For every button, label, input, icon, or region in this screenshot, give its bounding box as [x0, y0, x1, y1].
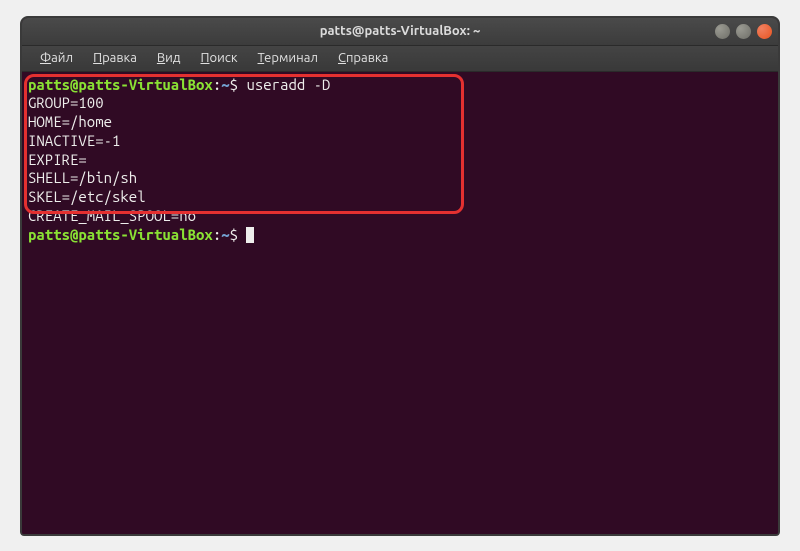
menubar: Файл Правка Вид Поиск Терминал Справка	[22, 46, 778, 72]
output-line: EXPIRE=	[28, 151, 772, 170]
prompt-end: $	[230, 76, 247, 93]
prompt-sep: :	[213, 226, 221, 243]
output-line: SKEL=/etc/skel	[28, 188, 772, 207]
prompt-user: patts@patts-VirtualBox	[28, 226, 213, 243]
menu-edit[interactable]: Правка	[85, 49, 145, 67]
titlebar[interactable]: patts@patts-VirtualBox: ~	[22, 18, 778, 46]
terminal-window: patts@patts-VirtualBox: ~ Файл Правка Ви…	[20, 16, 780, 536]
window-title: patts@patts-VirtualBox: ~	[320, 24, 481, 38]
terminal-body[interactable]: patts@patts-VirtualBox:~$ useradd -D GRO…	[22, 72, 778, 534]
output-line: INACTIVE=-1	[28, 132, 772, 151]
menu-file[interactable]: Файл	[32, 49, 81, 67]
menu-view[interactable]: Вид	[149, 49, 189, 67]
window-controls	[715, 24, 772, 39]
prompt-line-1: patts@patts-VirtualBox:~$ useradd -D	[28, 76, 772, 95]
prompt-sep: :	[213, 76, 221, 93]
menu-terminal[interactable]: Терминал	[250, 49, 326, 67]
output-line: HOME=/home	[28, 113, 772, 132]
menu-help[interactable]: Справка	[330, 49, 396, 67]
prompt-line-2: patts@patts-VirtualBox:~$	[28, 226, 772, 245]
prompt-path: ~	[221, 226, 229, 243]
maximize-button[interactable]	[736, 24, 751, 39]
prompt-end: $	[230, 226, 247, 243]
prompt-user: patts@patts-VirtualBox	[28, 76, 213, 93]
output-line: SHELL=/bin/sh	[28, 169, 772, 188]
command-text: useradd -D	[246, 76, 330, 93]
close-button[interactable]	[757, 24, 772, 39]
prompt-path: ~	[221, 76, 229, 93]
menu-search[interactable]: Поиск	[192, 49, 245, 67]
minimize-button[interactable]	[715, 24, 730, 39]
output-line: GROUP=100	[28, 94, 772, 113]
output-line: CREATE_MAIL_SPOOL=no	[28, 207, 772, 226]
cursor	[246, 227, 254, 243]
